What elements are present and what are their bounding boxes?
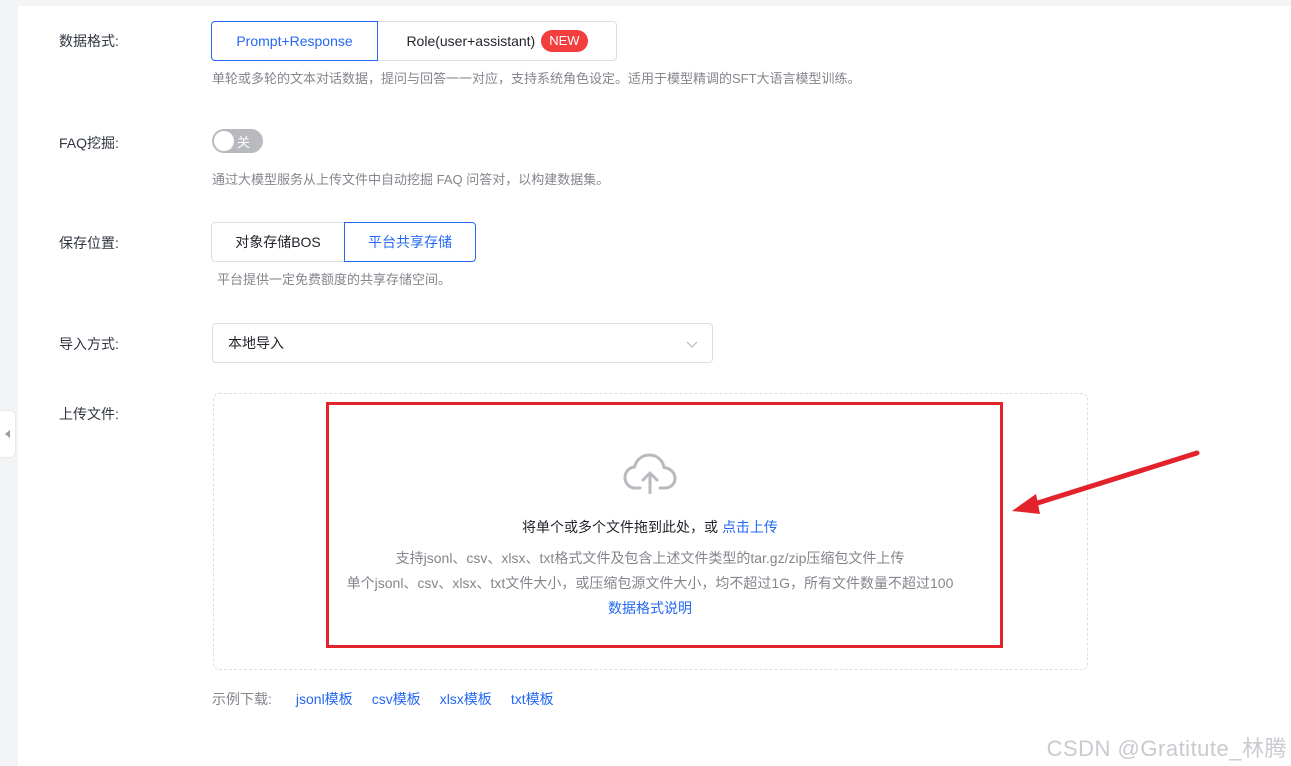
new-badge: NEW	[541, 30, 588, 52]
import-method-value: 本地导入	[228, 335, 284, 351]
storage-hint: 平台提供一定免费额度的共享存储空间。	[217, 272, 452, 287]
storage-option-label: 对象存储BOS	[235, 234, 321, 250]
watermark: CSDN @Gratitute_林腾	[1046, 736, 1287, 761]
csv-template-link[interactable]: csv模板	[372, 689, 421, 709]
cloud-upload-icon	[623, 453, 677, 494]
data-format-doc-link[interactable]: 数据格式说明	[608, 600, 692, 616]
faq-mining-hint: 通过大模型服务从上传文件中自动挖掘 FAQ 问答对，以构建数据集。	[212, 172, 610, 187]
faq-mining-label: FAQ挖掘:	[59, 135, 119, 151]
import-method-select[interactable]: 本地导入	[212, 323, 713, 363]
txt-template-link[interactable]: txt模板	[511, 689, 554, 709]
faq-mining-switch[interactable]: 关	[212, 129, 263, 153]
click-upload-link[interactable]: 点击上传	[722, 519, 778, 535]
caret-left-icon	[4, 430, 10, 438]
switch-state-text: 关	[237, 135, 251, 150]
upload-label: 上传文件:	[59, 406, 119, 422]
data-format-prompt-response-button[interactable]: Prompt+Response	[211, 21, 378, 61]
import-method-label: 导入方式:	[59, 336, 119, 352]
upload-supported-formats: 支持jsonl、csv、xlsx、txt格式文件及包含上述文件类型的tar.gz…	[395, 550, 905, 566]
sidebar-collapse-toggle[interactable]	[0, 410, 16, 458]
xlsx-template-link[interactable]: xlsx模板	[440, 689, 492, 709]
example-downloads-label: 示例下载:	[212, 691, 272, 707]
data-format-option-label: Role(user+assistant)	[406, 33, 536, 49]
chevron-down-icon	[686, 341, 698, 348]
jsonl-template-link[interactable]: jsonl模板	[296, 689, 353, 709]
annotation-arrow-icon	[1012, 450, 1200, 514]
data-format-selector: Prompt+Response Role(user+assistant) NEW	[211, 21, 617, 61]
data-format-label: 数据格式:	[59, 33, 119, 49]
upload-size-limit: 单个jsonl、csv、xlsx、txt文件大小，或压缩包源文件大小，均不超过1…	[346, 575, 954, 591]
switch-knob	[214, 131, 234, 151]
data-format-hint: 单轮或多轮的文本对话数据，提问与回答一一对应，支持系统角色设定。适用于模型精调的…	[212, 71, 861, 86]
data-format-option-label: Prompt+Response	[236, 33, 353, 49]
storage-option-label: 平台共享存储	[368, 234, 452, 250]
storage-bos-button[interactable]: 对象存储BOS	[211, 222, 345, 262]
data-format-role-button[interactable]: Role(user+assistant) NEW	[377, 21, 617, 61]
storage-label: 保存位置:	[59, 235, 119, 251]
storage-shared-button[interactable]: 平台共享存储	[344, 222, 476, 262]
upload-main-text: 将单个或多个文件拖到此处，或	[522, 519, 719, 535]
storage-selector: 对象存储BOS 平台共享存储	[211, 222, 476, 262]
example-downloads: 示例下载: jsonl模板 csv模板 xlsx模板 txt模板	[212, 689, 554, 709]
